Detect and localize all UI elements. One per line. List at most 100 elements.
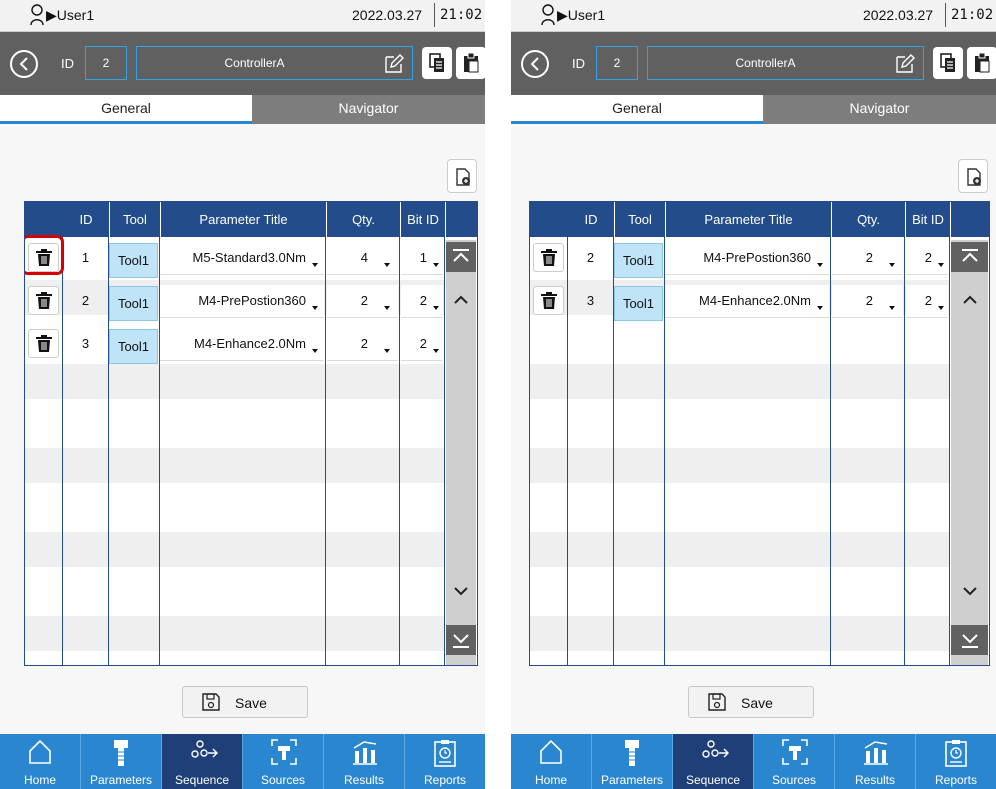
row-tool[interactable]: Tool1 [109,329,158,364]
column-parameter-title: Parameter Title [665,202,831,237]
row-bit-select[interactable]: 2 [906,285,948,318]
empty-row [530,364,950,399]
delete-row-button[interactable] [28,329,59,358]
tab-general[interactable]: General [0,95,252,124]
table-row: 1 Tool1 M5-Standard3.0Nm 4 1 [25,235,445,283]
parameter-value: M4-Enhance2.0Nm [699,293,811,308]
dropdown-arrow-icon [889,306,895,310]
trash-icon [541,249,557,266]
nav-label: Sequence [174,773,230,787]
paste-button[interactable] [967,47,996,79]
edit-icon[interactable] [895,54,915,74]
nav-sources[interactable]: Sources [243,734,324,789]
bit-value: 1 [419,250,427,265]
row-bit-select[interactable]: 2 [401,328,443,361]
copy-button[interactable] [933,47,963,79]
bit-value: 2 [419,336,427,351]
scroll-up-icon [963,295,977,304]
controller-name-field[interactable]: ControllerA [136,46,413,80]
table-row: 3 Tool1 M4-Enhance2.0Nm 2 2 [25,326,445,369]
current-user[interactable]: ▶User1 [557,7,605,24]
nav-label: Sources [260,773,306,787]
table-row: 2 Tool1 M4-PrePostion360 2 2 [25,283,445,326]
add-step-button[interactable] [447,159,477,193]
nav-parameters[interactable]: Parameters [592,734,673,789]
row-tool[interactable]: Tool1 [109,286,158,321]
row-parameter-select[interactable]: M5-Standard3.0Nm [160,242,324,275]
delete-row-button[interactable] [533,243,564,272]
row-bit-select[interactable]: 2 [401,285,443,318]
add-step-button[interactable] [958,159,988,193]
dropdown-arrow-icon [433,306,439,310]
table-row: 2 Tool1 M4-PrePostion360 2 2 [530,240,950,283]
screen-panel-after: ▶User1 2022.03.27 21:02:28 ID 2 Controll… [511,0,996,789]
scrollbar[interactable] [446,240,476,665]
dropdown-arrow-icon [384,306,390,310]
dropdown-arrow-icon [817,306,823,310]
nav-sequence[interactable]: Sequence [673,734,754,789]
nav-label: Home [534,773,567,787]
copy-button[interactable] [422,47,452,79]
row-qty-select[interactable]: 2 [832,242,903,275]
id-label: ID [572,56,585,71]
nav-label: Sources [771,773,817,787]
scroll-up-button[interactable] [951,285,988,315]
paste-icon [464,53,479,73]
scroll-up-button[interactable] [446,285,476,315]
id-field[interactable]: 2 [85,46,127,80]
status-divider [945,3,946,27]
scroll-down-button[interactable] [951,576,988,606]
tab-general[interactable]: General [511,95,763,124]
back-button[interactable] [521,50,549,78]
current-user[interactable]: ▶User1 [46,7,94,24]
row-parameter-select[interactable]: M4-PrePostion360 [160,285,324,318]
dropdown-arrow-icon [938,263,944,267]
nav-home[interactable]: Home [0,734,81,789]
dropdown-arrow-icon [433,349,439,353]
row-bit-select[interactable]: 1 [401,242,443,275]
row-parameter-select[interactable]: M4-Enhance2.0Nm [665,285,829,318]
delete-row-button[interactable] [533,286,564,315]
nav-parameters[interactable]: Parameters [81,734,162,789]
save-button[interactable]: Save [182,686,308,718]
row-tool[interactable]: Tool1 [614,243,663,278]
results-icon [864,741,888,765]
save-button[interactable]: Save [688,686,814,718]
paste-button[interactable] [456,47,485,79]
trash-icon [36,292,52,309]
scroll-bottom-button[interactable] [951,625,988,655]
row-tool[interactable]: Tool1 [614,286,663,321]
nav-home[interactable]: Home [511,734,592,789]
back-button[interactable] [10,50,38,78]
row-qty-select[interactable]: 2 [327,285,398,318]
scroll-bottom-button[interactable] [446,625,476,655]
bit-value: 2 [924,250,932,265]
edit-icon[interactable] [384,54,404,74]
row-qty-select[interactable]: 2 [327,328,398,361]
scrollbar[interactable] [951,240,988,665]
status-time: 21:02:28 [951,7,996,23]
id-field[interactable]: 2 [596,46,638,80]
scroll-top-button[interactable] [446,242,476,272]
controller-name-field[interactable]: ControllerA [647,46,924,80]
nav-sequence[interactable]: Sequence [162,734,243,789]
row-parameter-select[interactable]: M4-Enhance2.0Nm [160,328,324,361]
row-tool[interactable]: Tool1 [109,243,158,278]
bottom-nav: Home Parameters Sequence Sources Results… [0,734,485,789]
tab-navigator[interactable]: Navigator [763,95,996,124]
row-bit-select[interactable]: 2 [906,242,948,275]
nav-reports[interactable]: Reports [405,734,485,789]
nav-reports[interactable]: Reports [916,734,996,789]
scroll-down-button[interactable] [446,576,476,606]
scroll-top-button[interactable] [951,242,988,272]
reports-icon [434,740,456,767]
nav-results[interactable]: Results [324,734,405,789]
row-parameter-select[interactable]: M4-PrePostion360 [665,242,829,275]
row-qty-select[interactable]: 4 [327,242,398,275]
column-parameter-title: Parameter Title [160,202,326,237]
tab-navigator[interactable]: Navigator [252,95,485,124]
row-qty-select[interactable]: 2 [832,285,903,318]
nav-sources[interactable]: Sources [754,734,835,789]
nav-results[interactable]: Results [835,734,916,789]
delete-row-button[interactable] [28,286,59,315]
